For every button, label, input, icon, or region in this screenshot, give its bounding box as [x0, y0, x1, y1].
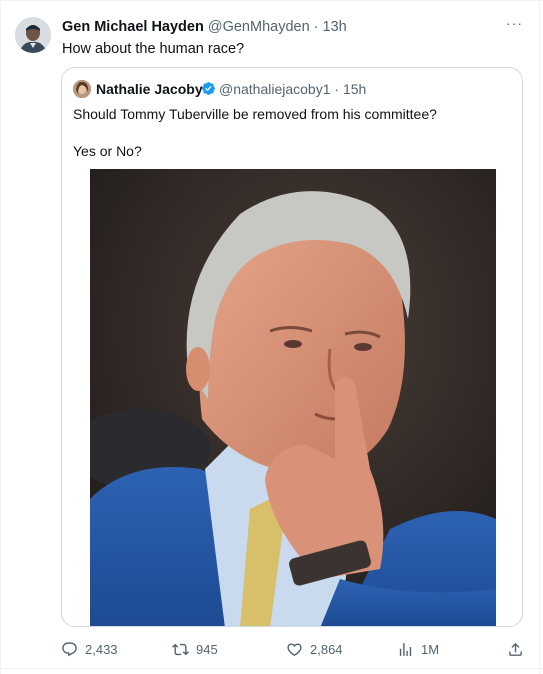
quoted-photo[interactable]	[90, 169, 496, 626]
retweet-count: 945	[196, 641, 218, 657]
divider	[0, 0, 543, 1]
quoted-text-line: Yes or No?	[73, 143, 142, 159]
author-handle[interactable]: @GenMhayden	[208, 19, 310, 35]
quoted-avatar[interactable]	[73, 80, 91, 98]
tweet-timestamp[interactable]: 13h	[323, 19, 347, 35]
quoted-author-handle[interactable]: @nathaliejacoby1	[219, 81, 331, 97]
share-icon	[509, 642, 522, 656]
quoted-text-line: Should Tommy Tuberville be removed from …	[73, 106, 437, 122]
separator-dot: ·	[334, 81, 340, 97]
verified-icon	[201, 81, 216, 96]
view-count: 1M	[421, 641, 440, 657]
divider	[0, 668, 543, 669]
quoted-author-name[interactable]: Nathalie Jacoby	[96, 81, 203, 97]
avatar[interactable]	[15, 17, 51, 53]
author-name[interactable]: Gen Michael Hayden	[62, 19, 204, 35]
like-icon	[287, 642, 302, 656]
quoted-tweet[interactable]: Nathalie Jacoby @nathaliejacoby1 · 15h S…	[61, 67, 523, 627]
tweet-header: Gen Michael Hayden @GenMhayden · 13h	[62, 19, 347, 35]
quoted-meta: @nathaliejacoby1 · 15h	[219, 81, 366, 97]
tweet-text: How about the human race?	[62, 41, 245, 57]
reply-button[interactable]: 2,433	[61, 638, 118, 660]
quoted-timestamp[interactable]: 15h	[343, 81, 366, 97]
views-button[interactable]: 1M	[397, 638, 439, 660]
views-icon	[399, 642, 412, 656]
quoted-tweet-text: Should Tommy Tuberville be removed from …	[73, 104, 437, 161]
more-icon[interactable]: ···	[506, 16, 524, 34]
retweet-button[interactable]: 945	[172, 638, 218, 660]
retweet-icon	[172, 643, 189, 655]
like-count: 2,864	[310, 641, 343, 657]
divider	[539, 0, 540, 674]
divider	[0, 0, 1, 674]
like-button[interactable]: 2,864	[286, 638, 343, 660]
tweet-card[interactable]: Gen Michael Hayden @GenMhayden · 13h ···…	[0, 0, 543, 674]
separator-dot: ·	[313, 19, 319, 35]
reply-count: 2,433	[85, 641, 118, 657]
share-button[interactable]	[507, 638, 531, 660]
reply-icon	[62, 641, 77, 656]
action-bar: 2,433 945 2,864 1M	[0, 638, 543, 662]
